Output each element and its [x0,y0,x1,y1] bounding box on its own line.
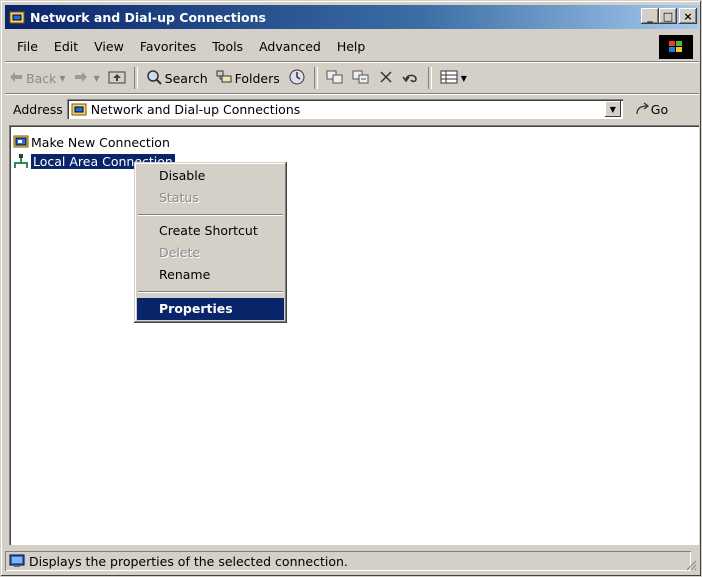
history-icon [288,68,306,89]
network-folder-icon [9,11,25,24]
undo-icon [402,70,420,87]
network-status-icon [9,554,25,567]
folder-content-pane[interactable]: Make New Connection Local Area Connectio… [9,125,699,545]
list-item-label: Make New Connection [31,134,170,150]
address-input[interactable]: Network and Dial-up Connections ▼ [66,99,623,119]
lan-connection-icon [14,154,28,168]
close-icon: × [683,9,693,23]
status-panel: Displays the properties of the selected … [5,551,691,571]
explorer-window: Network and Dial-up Connections _ □ × Fi… [0,0,702,577]
delete-button[interactable] [374,65,398,91]
title-bar[interactable]: Network and Dial-up Connections _ □ × [5,5,699,29]
toolbar-separator [427,67,432,89]
minimize-button[interactable]: _ [641,8,659,24]
forward-arrow-icon [74,71,88,86]
menu-favorites[interactable]: Favorites [132,33,204,61]
folders-button[interactable]: Folders [212,65,284,91]
back-arrow-icon [9,71,23,86]
context-menu-rename[interactable]: Rename [137,264,284,286]
context-menu-disable[interactable]: Disable [137,165,284,187]
menu-separator [138,291,283,293]
toolbar-separator [133,67,138,89]
chevron-down-icon: ▼ [609,104,616,114]
list-item-make-new-connection[interactable]: Make New Connection [13,133,170,151]
go-label: Go [650,101,669,117]
undo-button[interactable] [398,65,424,91]
close-button[interactable]: × [679,8,697,24]
menu-bar: File Edit View Favorites Tools Advanced … [5,33,699,62]
search-icon [146,69,162,88]
context-menu-create-shortcut[interactable]: Create Shortcut [137,220,284,242]
move-to-icon [326,69,344,88]
maximize-icon: □ [662,9,674,23]
network-folder-icon [71,103,87,116]
move-to-button[interactable] [322,65,348,91]
window-title: Network and Dial-up Connections [30,9,266,25]
context-menu-properties[interactable]: Properties [137,298,284,320]
search-label: Search [164,70,208,86]
history-button[interactable] [284,65,310,91]
delete-x-icon [378,69,394,88]
copy-to-button[interactable] [348,65,374,91]
copy-to-icon [352,69,370,88]
context-menu-status: Status [159,190,199,205]
toolbar-separator [313,67,318,89]
chevron-down-icon[interactable]: ▼ [59,74,65,83]
chevron-down-icon[interactable]: ▼ [461,74,467,83]
menu-tools[interactable]: Tools [204,33,251,61]
views-button[interactable]: ▼ [436,65,471,91]
address-bar: Address Network and Dial-up Connections … [5,95,699,123]
menu-separator [138,214,283,216]
folders-label: Folders [234,70,280,86]
back-label: Back [26,70,57,86]
new-connection-icon [13,135,29,148]
menu-edit[interactable]: Edit [46,33,86,61]
search-button[interactable]: Search [142,65,212,91]
address-value: Network and Dial-up Connections [90,101,301,117]
menu-file[interactable]: File [5,33,46,61]
status-bar: Displays the properties of the selected … [5,549,699,573]
go-button[interactable]: Go [635,102,668,117]
menu-advanced[interactable]: Advanced [251,33,329,61]
resize-grip-icon[interactable] [685,559,697,571]
go-arrow-icon [636,102,649,115]
context-menu: Disable Status Create Shortcut Delete Re… [134,162,287,323]
folders-icon [216,70,232,87]
status-text: Displays the properties of the selected … [29,553,348,569]
back-button[interactable]: Back ▼ [5,65,70,91]
maximize-button[interactable]: □ [659,8,677,24]
windows-logo-icon [659,35,693,59]
up-folder-button[interactable] [104,65,130,91]
context-menu-delete: Delete [159,245,201,260]
menu-view[interactable]: View [86,33,132,61]
menu-help[interactable]: Help [329,33,374,61]
views-grid-icon [440,69,458,88]
chevron-down-icon[interactable]: ▼ [94,74,100,83]
address-label: Address [13,101,63,117]
minimize-icon: _ [647,9,653,23]
address-dropdown-button[interactable]: ▼ [604,101,621,117]
up-folder-icon [108,69,126,88]
standard-toolbar: Back ▼ ▼ Search Folders ▼ [5,63,699,94]
forward-button[interactable]: ▼ [70,65,104,91]
